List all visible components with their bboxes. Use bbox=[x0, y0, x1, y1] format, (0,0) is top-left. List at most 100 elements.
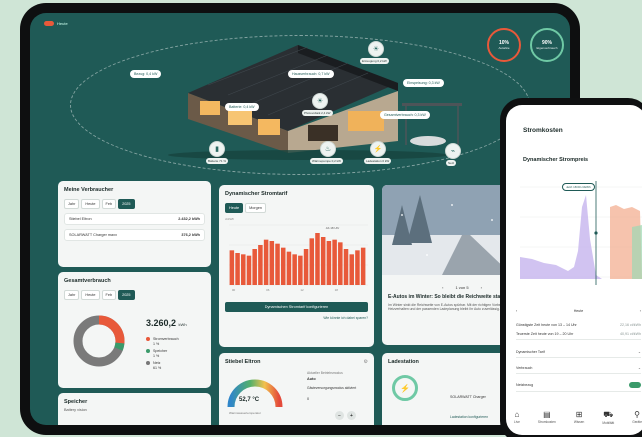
row-value: 22,16 ct/kWh bbox=[620, 323, 641, 327]
donut-legend: Stromverbrauch 1 % Speicher 1 % Netz 61 … bbox=[146, 334, 179, 370]
toggle-label: Netzbezug bbox=[516, 383, 534, 387]
tariff-bar bbox=[338, 242, 343, 285]
waermepumpe-node[interactable]: ♨ bbox=[320, 141, 336, 157]
tab-wissen[interactable]: ⊞ Wissen bbox=[574, 410, 584, 425]
tariff-bar bbox=[269, 241, 275, 285]
tab-jahr[interactable]: Jahr bbox=[64, 290, 80, 300]
tariff-bar bbox=[343, 249, 349, 285]
prev-day-icon[interactable]: ‹ bbox=[516, 309, 517, 313]
x-tick-label: 00 bbox=[232, 288, 236, 292]
card-title: Meine Verbraucher bbox=[64, 187, 114, 193]
tab-feb[interactable]: Feb bbox=[101, 290, 117, 300]
plus-icon[interactable]: + bbox=[347, 411, 356, 420]
node-label: Wärmepumpe 0,2 kW bbox=[310, 158, 344, 164]
chevron-down-icon[interactable]: ⌄ bbox=[638, 350, 641, 354]
photovoltaik-node[interactable]: ☀ bbox=[312, 93, 328, 109]
legend-pct: 1 % bbox=[153, 342, 160, 346]
period-tabs: Jahr Heute Feb 2025 bbox=[64, 290, 205, 300]
batterie-node[interactable]: ▮ bbox=[209, 141, 225, 157]
tariff-bar bbox=[235, 253, 240, 285]
sun-icon: ☀ bbox=[372, 46, 380, 53]
flow-label-gesamt: Gesamtverbrauch: 0,3 kW bbox=[380, 111, 430, 119]
netz-node[interactable]: ⌁ bbox=[445, 143, 461, 159]
tablet-device: Heute 10% Autarkie 90% Eigenverbrauch Be… bbox=[20, 3, 580, 435]
toggle-row-verbrauch[interactable]: Verbrauch ⌄ bbox=[516, 366, 641, 374]
tariff-bar bbox=[280, 247, 286, 285]
autarkie-kpi[interactable]: 10% Autarkie bbox=[487, 28, 521, 62]
car-icon: ⛟ bbox=[603, 410, 614, 419]
minus-icon[interactable]: − bbox=[335, 411, 344, 420]
tariff-bar bbox=[309, 238, 315, 285]
mode-value: Auto bbox=[307, 377, 316, 381]
toggle-row-tarif[interactable]: Dynamischer Tarif ⌄ bbox=[516, 350, 641, 358]
settings-icon[interactable]: ⚙ bbox=[364, 359, 368, 365]
tab-label: Live bbox=[514, 420, 520, 424]
now-marker: Jetzt 18:00 ct/kWh bbox=[562, 183, 595, 191]
tariff-bar bbox=[252, 249, 257, 285]
node-label: Erzeugung 0,2 kW bbox=[360, 58, 389, 64]
tab-mobilitaet[interactable]: ⛟ Mobilität bbox=[602, 410, 614, 425]
live-toggle[interactable] bbox=[44, 21, 54, 26]
toggle-row-netzbezug[interactable]: Netzbezug bbox=[516, 382, 641, 392]
tariff-bar bbox=[360, 247, 366, 285]
configure-charger-link[interactable]: Ladestation konfigurieren bbox=[450, 415, 488, 419]
netzbezug-switch[interactable] bbox=[629, 382, 641, 388]
legend-dot bbox=[146, 337, 150, 341]
tariff-bar bbox=[286, 251, 292, 285]
tariff-bar bbox=[258, 245, 263, 285]
legend-label: Netz bbox=[153, 361, 161, 365]
row-label: Teuerste Zeit heute von 19 – 20 Uhr bbox=[516, 332, 574, 336]
prev-arrow-icon[interactable]: ‹ bbox=[442, 285, 443, 290]
erzeugung-node[interactable]: ☀ bbox=[368, 41, 384, 57]
phone-screen: Stromkosten Dynamischer Strompreis Jetzt… bbox=[506, 105, 642, 435]
heat-label: Gästeversorgungsmodus aktiviert bbox=[307, 386, 357, 390]
phone-device: Stromkosten Dynamischer Strompreis Jetzt… bbox=[500, 98, 642, 437]
tab-geraete[interactable]: ⚲ Geräte bbox=[632, 410, 642, 425]
tab-stromkosten[interactable]: ▤ Stromkosten bbox=[538, 410, 556, 425]
tariff-bar bbox=[315, 233, 320, 285]
list-item[interactable]: Stiebel Eltron 2.432,2 kWh bbox=[64, 213, 205, 225]
ladestation-node[interactable]: ⚡ bbox=[370, 141, 386, 157]
tab-2025[interactable]: 2025 bbox=[118, 199, 135, 209]
legend-item: Speicher bbox=[146, 349, 179, 353]
lightning-icon: ⚡ bbox=[373, 146, 383, 153]
card-title: Stiebel Eltron bbox=[225, 359, 261, 365]
legend-label: Stromverbrauch bbox=[153, 337, 179, 341]
kpi-label: Eigenverbrauch bbox=[536, 46, 558, 50]
home-icon: ⌂ bbox=[514, 410, 520, 419]
x-tick-label: 12 bbox=[300, 288, 304, 292]
toggle-label: Verbrauch bbox=[516, 366, 533, 370]
speicher-subtitle: Battery vision bbox=[64, 408, 87, 412]
tab-label: Wissen bbox=[573, 420, 585, 424]
tab-heute[interactable]: Heute bbox=[81, 199, 100, 209]
configure-tariff-button[interactable]: Dynamischen Stromtarif konfigurieren bbox=[225, 302, 368, 312]
tab-live[interactable]: ⌂ Live bbox=[514, 410, 520, 425]
tariff-bar bbox=[246, 255, 252, 285]
heatpump-icon: ♨ bbox=[324, 146, 332, 153]
grid-icon: ⌁ bbox=[450, 148, 456, 155]
tab-feb[interactable]: Feb bbox=[101, 199, 117, 209]
eigenverbrauch-kpi[interactable]: 90% Eigenverbrauch bbox=[530, 28, 564, 62]
next-arrow-icon[interactable]: › bbox=[481, 285, 482, 290]
chevron-down-icon[interactable]: ⌄ bbox=[638, 366, 641, 370]
x-tick-label: 06 bbox=[266, 288, 270, 292]
tab-2025[interactable]: 2025 bbox=[118, 290, 135, 300]
pager-text: 1 von 5 bbox=[455, 285, 469, 290]
flow-label-bezug: Bezug: 0,4 kW bbox=[130, 70, 162, 78]
tab-heute[interactable]: Heute bbox=[225, 203, 244, 213]
savings-link[interactable]: Wie könnte ich dabei sparen? bbox=[225, 316, 368, 320]
tariff-bar bbox=[263, 239, 269, 285]
tab-morgen[interactable]: Morgen bbox=[245, 203, 267, 213]
row-value: 40,91 ct/kWh bbox=[620, 332, 641, 336]
list-item[interactable]: SOLARWATT Charger maxx 376,2 kWh bbox=[64, 229, 205, 241]
temperature-gauge bbox=[227, 379, 283, 408]
legend-dot bbox=[146, 361, 150, 365]
next-day-icon[interactable]: › bbox=[640, 309, 641, 313]
consumption-donut bbox=[73, 315, 125, 367]
tariff-bar bbox=[298, 255, 303, 285]
chart-title: Dynamischer Strompreis bbox=[523, 157, 589, 163]
node-label: Batterie 71 % bbox=[206, 158, 229, 164]
tab-heute[interactable]: Heute bbox=[81, 290, 100, 300]
tab-jahr[interactable]: Jahr bbox=[64, 199, 80, 209]
node-label: Photovoltaik 2,4 kW bbox=[302, 110, 333, 116]
